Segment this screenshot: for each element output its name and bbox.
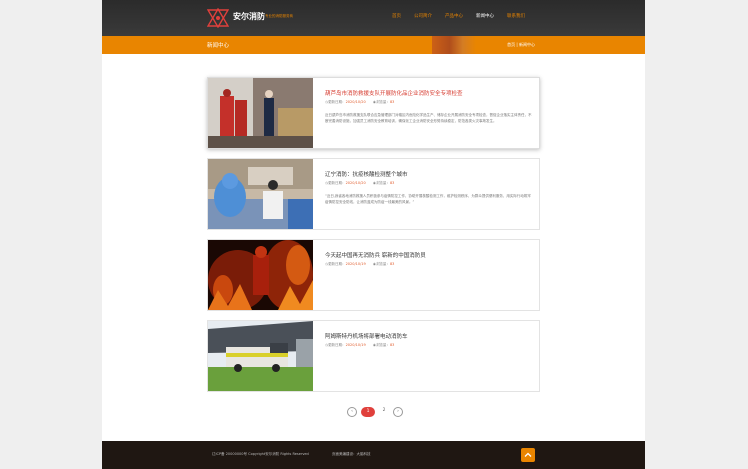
- news-thumbnail[interactable]: [208, 321, 313, 391]
- nav-products[interactable]: 产品中心: [445, 13, 463, 19]
- news-date: 2020/10/19: [345, 343, 366, 347]
- breadcrumb: 首页新闻中心: [507, 42, 535, 48]
- news-thumbnail[interactable]: [208, 78, 313, 148]
- news-views: 83: [389, 343, 395, 347]
- copyright-text: 辽ICP备 20000000号 Copyright安尔消防 Rights Res…: [212, 452, 309, 456]
- page: 安尔消防 专业的消防服务商 首页 公司简介 产品中心 新闻中心 联系我们 新闻中…: [102, 0, 645, 469]
- news-summary: “近日,我省各地消防救援人员积极参与疫情防控工作，协助开展核酸检测工作，维护检测…: [325, 194, 531, 204]
- logo-subtitle: 专业的消防服务商: [265, 14, 293, 18]
- firefighter-inspection-photo: [208, 78, 313, 148]
- news-date: 2020/10/19: [345, 262, 366, 266]
- news-meta: ◷更新日期：2020/10/19 ◉浏览量：83: [325, 262, 394, 267]
- news-title[interactable]: 辽宁消防：抗疫核酸检测整个城市: [325, 170, 408, 178]
- nav-home[interactable]: 首页: [392, 13, 401, 19]
- date-label: 更新日期：: [328, 343, 346, 347]
- nav-news[interactable]: 新闻中心: [476, 13, 494, 19]
- logo-text[interactable]: 安尔消防: [233, 11, 265, 22]
- date-label: 更新日期：: [328, 181, 346, 185]
- news-title[interactable]: 阿姆斯特丹机场将部署电动消防车: [325, 332, 408, 340]
- site-footer: 辽ICP备 20000000号 Copyright安尔消防 Rights Res…: [102, 441, 645, 469]
- news-thumbnail[interactable]: [208, 240, 313, 310]
- nav-contact[interactable]: 联系我们: [507, 13, 525, 19]
- support-text: 页面美编建设：大脑科技: [332, 452, 371, 456]
- nucleic-acid-testing-photo: [208, 159, 313, 229]
- views-label: 浏览量：: [375, 262, 390, 266]
- date-label: 更新日期：: [328, 100, 346, 104]
- date-label: 更新日期：: [328, 262, 346, 266]
- news-views: 83: [389, 181, 395, 185]
- news-views: 83: [389, 262, 395, 266]
- page-2-button[interactable]: 2: [379, 407, 389, 417]
- news-meta: ◷更新日期：2020/10/20 ◉浏览量：83: [325, 181, 394, 186]
- breadcrumb-home[interactable]: 首页: [507, 42, 515, 47]
- page-title: 新闻中心: [207, 43, 230, 49]
- main-nav: 首页 公司简介 产品中心 新闻中心 联系我们: [392, 13, 538, 19]
- news-item[interactable]: 今天起中国再无消防兵 崭新的中国消防员 ◷更新日期：2020/10/19 ◉浏览…: [207, 239, 540, 311]
- news-item[interactable]: 辽宁消防：抗疫核酸检测整个城市 ◷更新日期：2020/10/20 ◉浏览量：83…: [207, 158, 540, 230]
- news-meta: ◷更新日期：2020/10/20 ◉浏览量：83: [325, 100, 394, 105]
- firefighter-flames-photo: [208, 240, 313, 310]
- page-1-button[interactable]: 1: [361, 407, 375, 417]
- news-item[interactable]: 葫芦岛市消防救援支队开展防化品企业消防安全专项检查 ◷更新日期：2020/10/…: [207, 77, 540, 149]
- news-views: 83: [389, 100, 395, 104]
- page-banner: 新闻中心 首页新闻中心: [102, 36, 645, 54]
- pagination: ‹ 1 2 ›: [347, 407, 407, 417]
- prev-page-button[interactable]: ‹: [347, 407, 357, 417]
- views-label: 浏览量：: [375, 181, 390, 185]
- views-label: 浏览量：: [375, 100, 390, 104]
- news-date: 2020/10/20: [345, 100, 366, 104]
- news-list: 葫芦岛市消防救援支队开展防化品企业消防安全专项检查 ◷更新日期：2020/10/…: [207, 77, 540, 401]
- views-label: 浏览量：: [375, 343, 390, 347]
- next-page-button[interactable]: ›: [393, 407, 403, 417]
- news-meta: ◷更新日期：2020/10/19 ◉浏览量：83: [325, 343, 394, 348]
- news-title[interactable]: 葫芦岛市消防救援支队开展防化品企业消防安全专项检查: [325, 89, 463, 97]
- star-logo-icon[interactable]: [207, 8, 229, 28]
- site-header: 安尔消防 专业的消防服务商 首页 公司简介 产品中心 新闻中心 联系我们: [102, 0, 645, 36]
- news-summary: 近日葫芦岛市消防救援支队联合应急管理部门对辖区内危险化学品生产、储存企业开展消防…: [325, 113, 532, 123]
- news-date: 2020/10/20: [345, 181, 366, 185]
- electric-fire-truck-photo: [208, 321, 313, 391]
- banner-photo: [432, 36, 476, 54]
- chevron-up-icon: [524, 452, 532, 457]
- breadcrumb-current[interactable]: 新闻中心: [515, 42, 535, 47]
- news-item[interactable]: 阿姆斯特丹机场将部署电动消防车 ◷更新日期：2020/10/19 ◉浏览量：83: [207, 320, 540, 392]
- news-thumbnail[interactable]: [208, 159, 313, 229]
- back-to-top-button[interactable]: [521, 448, 535, 462]
- news-title[interactable]: 今天起中国再无消防兵 崭新的中国消防员: [325, 251, 426, 259]
- nav-about[interactable]: 公司简介: [414, 13, 432, 19]
